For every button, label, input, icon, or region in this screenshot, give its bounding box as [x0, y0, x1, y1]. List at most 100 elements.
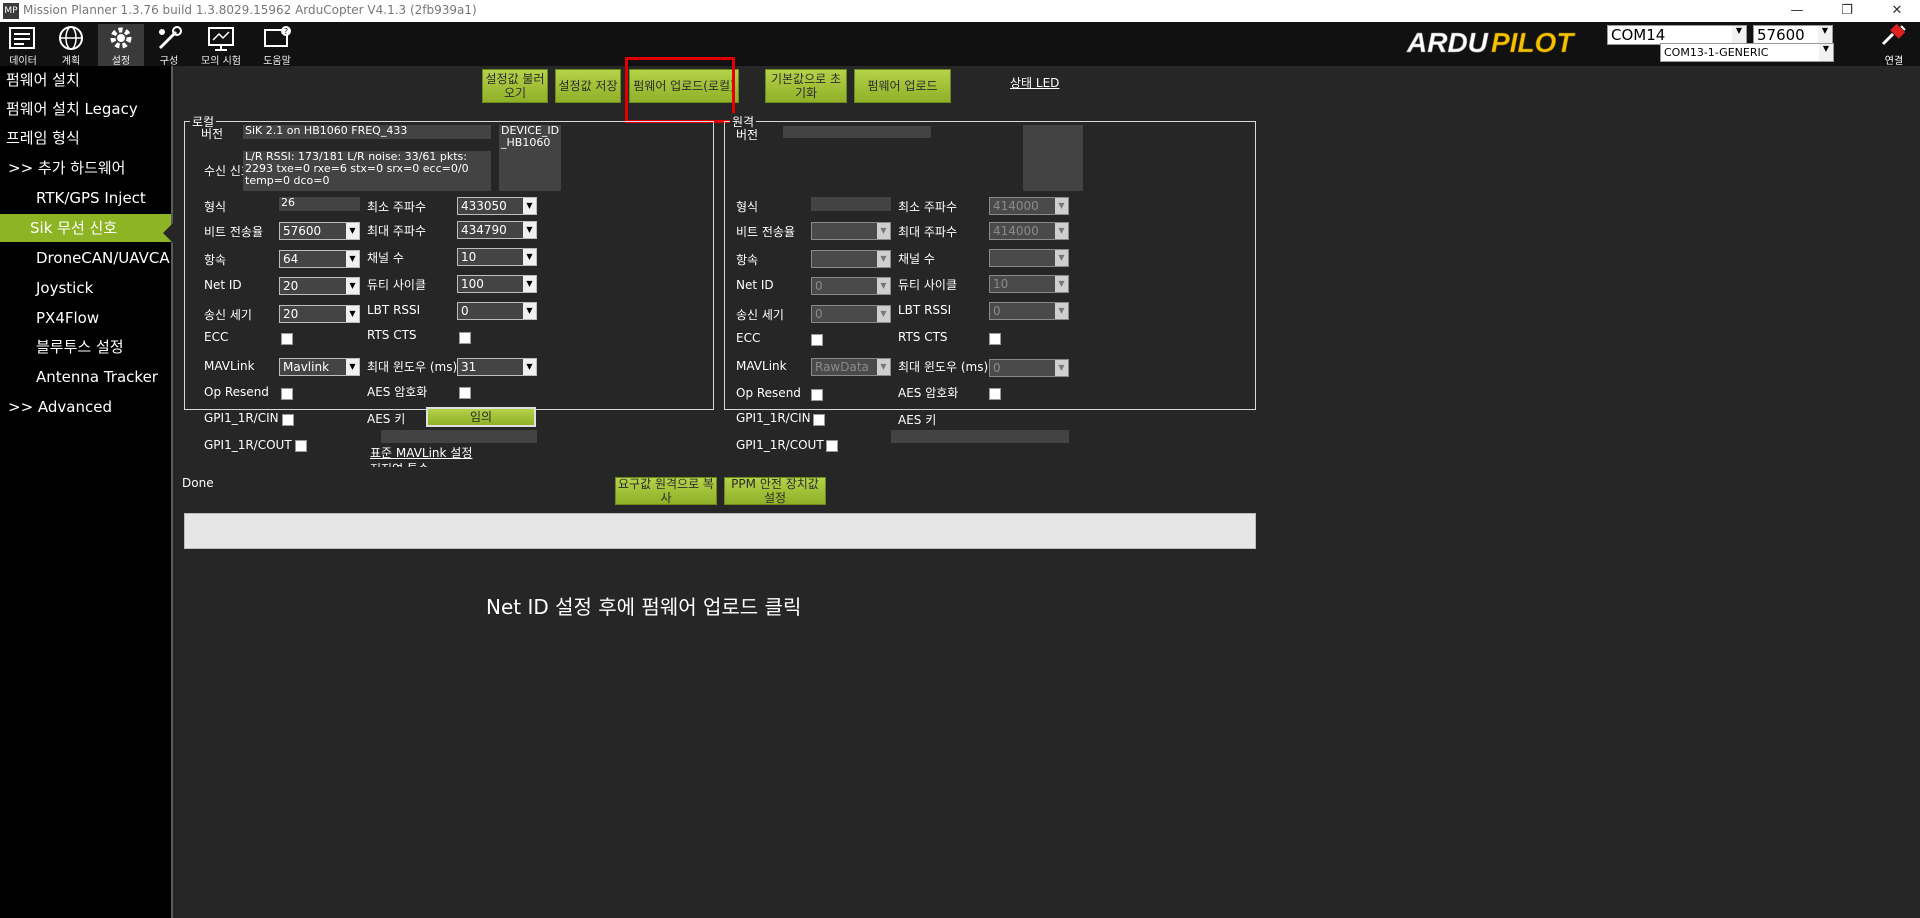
remote-version-field [783, 126, 931, 138]
remote-airspeed-select[interactable]: ▼ [811, 250, 891, 268]
remote-baud-select[interactable]: ▼ [811, 222, 891, 240]
local-aes-checkbox[interactable] [459, 387, 471, 399]
save-settings-button[interactable]: 설정값 저장 [555, 69, 621, 103]
remote-netid-select[interactable]: 0 ▼ [811, 277, 891, 295]
local-gpi-cout-checkbox[interactable] [295, 440, 307, 452]
local-rssi-field: L/R RSSI: 173/181 L/R noise: 33/61 pkts:… [243, 151, 491, 191]
local-rtscts-checkbox[interactable] [459, 332, 471, 344]
port-select[interactable]: COM14 ▼ [1607, 25, 1747, 45]
local-mavlink-select[interactable]: Mavlink ▼ [279, 358, 360, 376]
local-duty-label: 듀티 사이클 [367, 278, 427, 292]
remote-rtscts-checkbox[interactable] [989, 333, 1001, 345]
random-key-button[interactable]: 임의 [426, 407, 536, 427]
remote-gpi-cout-checkbox[interactable] [826, 440, 838, 452]
local-format-label: 형식 [204, 200, 227, 214]
toolbar-config-button[interactable]: 구성 [146, 24, 192, 67]
remote-baud-label: 비트 전송율 [736, 225, 796, 239]
remote-aeskey-label: AES 키 [898, 413, 937, 427]
standard-mavlink-link[interactable]: 표준 MAVLink 설정 [370, 444, 472, 461]
local-maxwin-label: 최대 윈도우 (ms) [367, 360, 458, 374]
remote-channels-select[interactable]: ▼ [989, 249, 1069, 267]
sidebar-item-install-firmware[interactable]: 펌웨어 설치 [0, 66, 177, 94]
local-channels-select[interactable]: 10 ▼ [457, 248, 537, 266]
remote-lbt-select[interactable]: 0 ▼ [989, 302, 1069, 320]
local-txpower-select[interactable]: 20 ▼ [279, 305, 360, 323]
remote-minfreq-select[interactable]: 414000 ▼ [989, 197, 1069, 215]
local-opresend-checkbox[interactable] [281, 388, 293, 400]
local-txpower-value: 20 [283, 307, 299, 321]
local-minfreq-select[interactable]: 433050 ▼ [457, 197, 537, 215]
remote-opresend-checkbox[interactable] [811, 389, 823, 401]
port-select-value: COM14 [1611, 26, 1666, 44]
remote-maxwin-label: 최대 윈도우 (ms) [898, 360, 989, 374]
remote-aeskey-field[interactable] [891, 430, 1069, 443]
remote-aes-checkbox[interactable] [989, 388, 1001, 400]
remote-txpower-label: 송신 세기 [736, 308, 784, 322]
local-ecc-checkbox[interactable] [281, 333, 293, 345]
active-item-pointer [163, 223, 173, 243]
minimize-icon[interactable]: — [1777, 1, 1817, 21]
status-led-link[interactable]: 상태 LED [1010, 74, 1059, 91]
local-rtscts-label: RTS CTS [367, 328, 417, 342]
local-baud-value: 57600 [283, 224, 322, 238]
connect-label: 연결 [1884, 56, 1904, 67]
remote-duty-select[interactable]: 10 ▼ [989, 275, 1069, 293]
remote-mavlink-select[interactable]: RawData ▼ [811, 358, 891, 376]
local-lbt-select[interactable]: 0 ▼ [457, 302, 537, 320]
plug-icon [1881, 23, 1906, 46]
set-ppm-failsafe-button[interactable]: PPM 안전 장치값 설정 [724, 477, 826, 505]
port-description-select[interactable]: COM13-1-GENERIC ▼ [1660, 43, 1834, 62]
remote-aes-label: AES 암호화 [898, 386, 959, 400]
toolbar-help-button[interactable]: ? 도움말 [254, 24, 300, 67]
setup-gear-icon [110, 27, 132, 49]
toolbar-config-label: 구성 [159, 56, 179, 67]
toolbar-simulation-button[interactable]: 모의 시험 [198, 24, 244, 67]
local-device-id: DEVICE_ID _HB1060 [499, 125, 561, 191]
close-icon[interactable]: ✕ [1877, 1, 1917, 21]
local-baud-label: 비트 전송율 [204, 225, 264, 239]
low-latency-link[interactable]: 저지연 특수 [370, 460, 429, 467]
sidebar-item-frame-type[interactable]: 프레임 형식 [0, 124, 177, 152]
chevron-down-icon: ▼ [346, 278, 359, 294]
remote-channels-label: 채널 수 [898, 252, 935, 266]
remote-mavlink-label: MAVLink [736, 359, 787, 373]
remote-txpower-value: 0 [815, 307, 823, 321]
toolbar-data-button[interactable]: 데이터 [0, 24, 46, 67]
baud-select[interactable]: 57600 ▼ [1753, 25, 1833, 45]
reset-to-defaults-button[interactable]: 기본값으로 초기화 [765, 69, 847, 103]
local-aeskey-field[interactable] [381, 430, 537, 443]
remote-maxfreq-select[interactable]: 414000 ▼ [989, 222, 1069, 240]
local-duty-select[interactable]: 100 ▼ [457, 275, 537, 293]
remote-ecc-checkbox[interactable] [811, 334, 823, 346]
local-maxfreq-select[interactable]: 434790 ▼ [457, 221, 537, 239]
toolbar-setup-button[interactable]: 설정 [98, 24, 144, 67]
sidebar-item-advanced[interactable]: >> Advanced [0, 393, 179, 421]
remote-lbt-value: 0 [993, 304, 1001, 318]
sidebar-item-optional-hardware[interactable]: >> 추가 하드웨어 [0, 154, 179, 182]
local-gpi-cin-checkbox[interactable] [282, 414, 294, 426]
load-settings-button[interactable]: 설정값 불러오기 [482, 69, 548, 103]
progress-bar [184, 513, 1256, 549]
remote-maxfreq-label: 최대 주파수 [898, 225, 958, 239]
restore-icon[interactable]: ❐ [1827, 1, 1867, 21]
sidebar-item-install-firmware-legacy[interactable]: 펌웨어 설치 Legacy [0, 95, 177, 123]
remote-maxwin-select[interactable]: 0 ▼ [989, 359, 1069, 377]
remote-netid-label: Net ID [736, 278, 774, 292]
upload-firmware-button[interactable]: 펌웨어 업로드 [854, 69, 951, 103]
connect-button[interactable]: 연결 [1872, 23, 1916, 67]
remote-rtscts-label: RTS CTS [898, 330, 948, 344]
local-gpi-cin-label: GPI1_1R/CIN [204, 411, 279, 425]
data-icon [9, 27, 35, 49]
local-baud-select[interactable]: 57600 ▼ [279, 222, 360, 240]
toolbar-plan-button[interactable]: 계획 [48, 24, 94, 67]
chevron-down-icon: ▼ [346, 306, 359, 322]
remote-gpi-cin-checkbox[interactable] [813, 414, 825, 426]
local-maxwin-select[interactable]: 31 ▼ [457, 358, 537, 376]
local-version-field: SiK 2.1 on HB1060 FREQ_433 [243, 125, 491, 139]
remote-txpower-select[interactable]: 0 ▼ [811, 305, 891, 323]
chevron-down-icon: ▼ [346, 251, 359, 267]
local-netid-select[interactable]: 20 ▼ [279, 277, 360, 295]
local-airspeed-select[interactable]: 64 ▼ [279, 250, 360, 268]
copy-required-to-remote-button[interactable]: 요구값 원격으로 복사 [615, 477, 717, 505]
window-title-bar: MP Mission Planner 1.3.76 build 1.3.8029… [0, 0, 1920, 23]
